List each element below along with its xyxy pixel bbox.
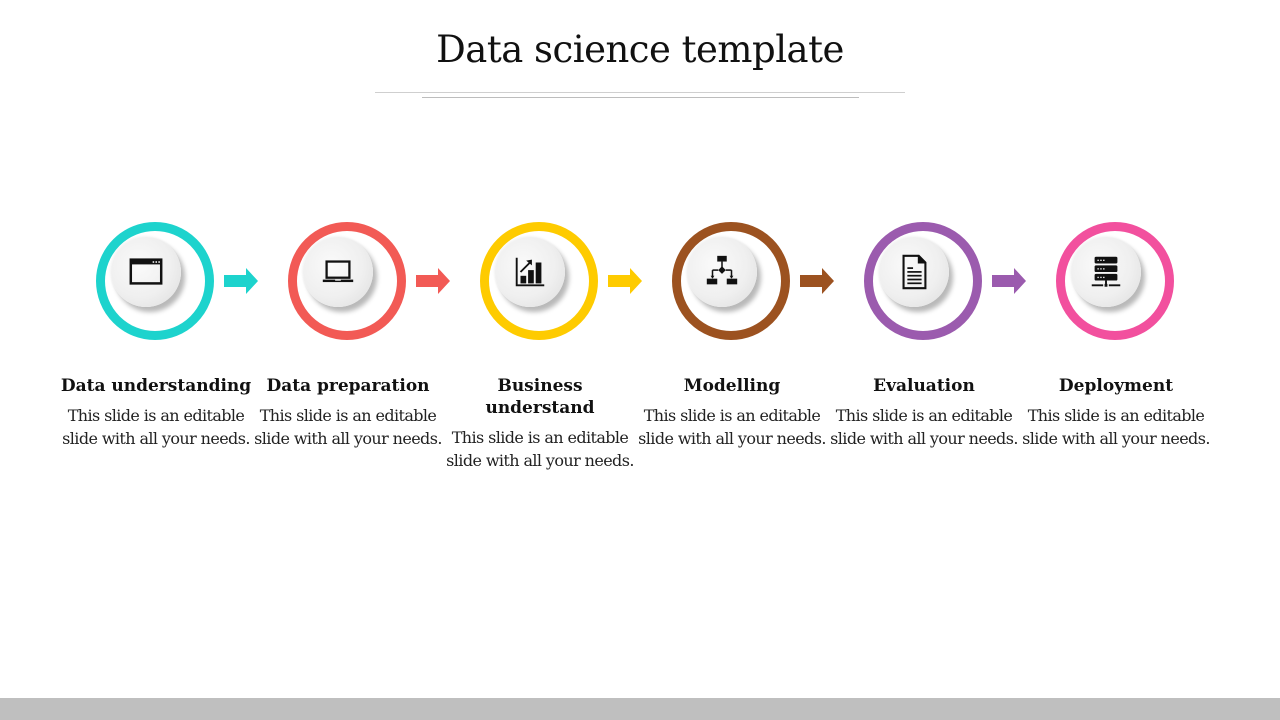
step-label: Data understanding This slide is an edit…	[58, 375, 254, 450]
step-heading: Evaluation	[873, 376, 975, 396]
step-icon-disc	[879, 237, 949, 307]
document-icon	[902, 254, 927, 290]
step-heading: Modelling	[683, 376, 781, 396]
slide-title: Data science template	[436, 28, 844, 71]
step-description: This slide is an editable slide with all…	[1022, 406, 1210, 448]
step-icon-disc	[495, 237, 565, 307]
server-icon	[1091, 256, 1121, 287]
step-description: This slide is an editable slide with all…	[62, 406, 250, 448]
bar-chart-growth-icon	[515, 257, 545, 287]
step-icon-disc	[111, 237, 181, 307]
step-description: This slide is an editable slide with all…	[830, 406, 1018, 448]
step-label: Data preparation This slide is an editab…	[250, 375, 446, 450]
arrow-right-icon	[416, 268, 450, 294]
step-description: This slide is an editable slide with all…	[638, 406, 826, 448]
step-heading: Business understand	[485, 376, 595, 418]
step-label: Deployment This slide is an editable sli…	[1018, 375, 1214, 450]
laptop-icon	[322, 260, 354, 283]
step-label: Business understand This slide is an edi…	[442, 375, 638, 472]
step-icon-disc	[1071, 237, 1141, 307]
step-icon-disc	[687, 237, 757, 307]
step-description: This slide is an editable slide with all…	[254, 406, 442, 448]
flowchart-icon	[706, 255, 738, 285]
arrow-right-icon	[224, 268, 258, 294]
step-label: Modelling This slide is an editable slid…	[634, 375, 830, 450]
step-label: Evaluation This slide is an editable sli…	[826, 375, 1022, 450]
step-heading: Deployment	[1058, 376, 1174, 396]
browser-window-icon	[129, 258, 163, 285]
step-description: This slide is an editable slide with all…	[446, 428, 634, 470]
step-heading: Data preparation	[266, 376, 430, 396]
arrow-right-icon	[992, 268, 1026, 294]
footer-bar	[0, 698, 1280, 720]
step-heading: Data understanding	[60, 376, 252, 396]
title-divider-top	[375, 92, 905, 93]
title-divider-bottom	[422, 97, 859, 98]
arrow-right-icon	[608, 268, 642, 294]
arrow-right-icon	[800, 268, 834, 294]
step-icon-disc	[303, 237, 373, 307]
